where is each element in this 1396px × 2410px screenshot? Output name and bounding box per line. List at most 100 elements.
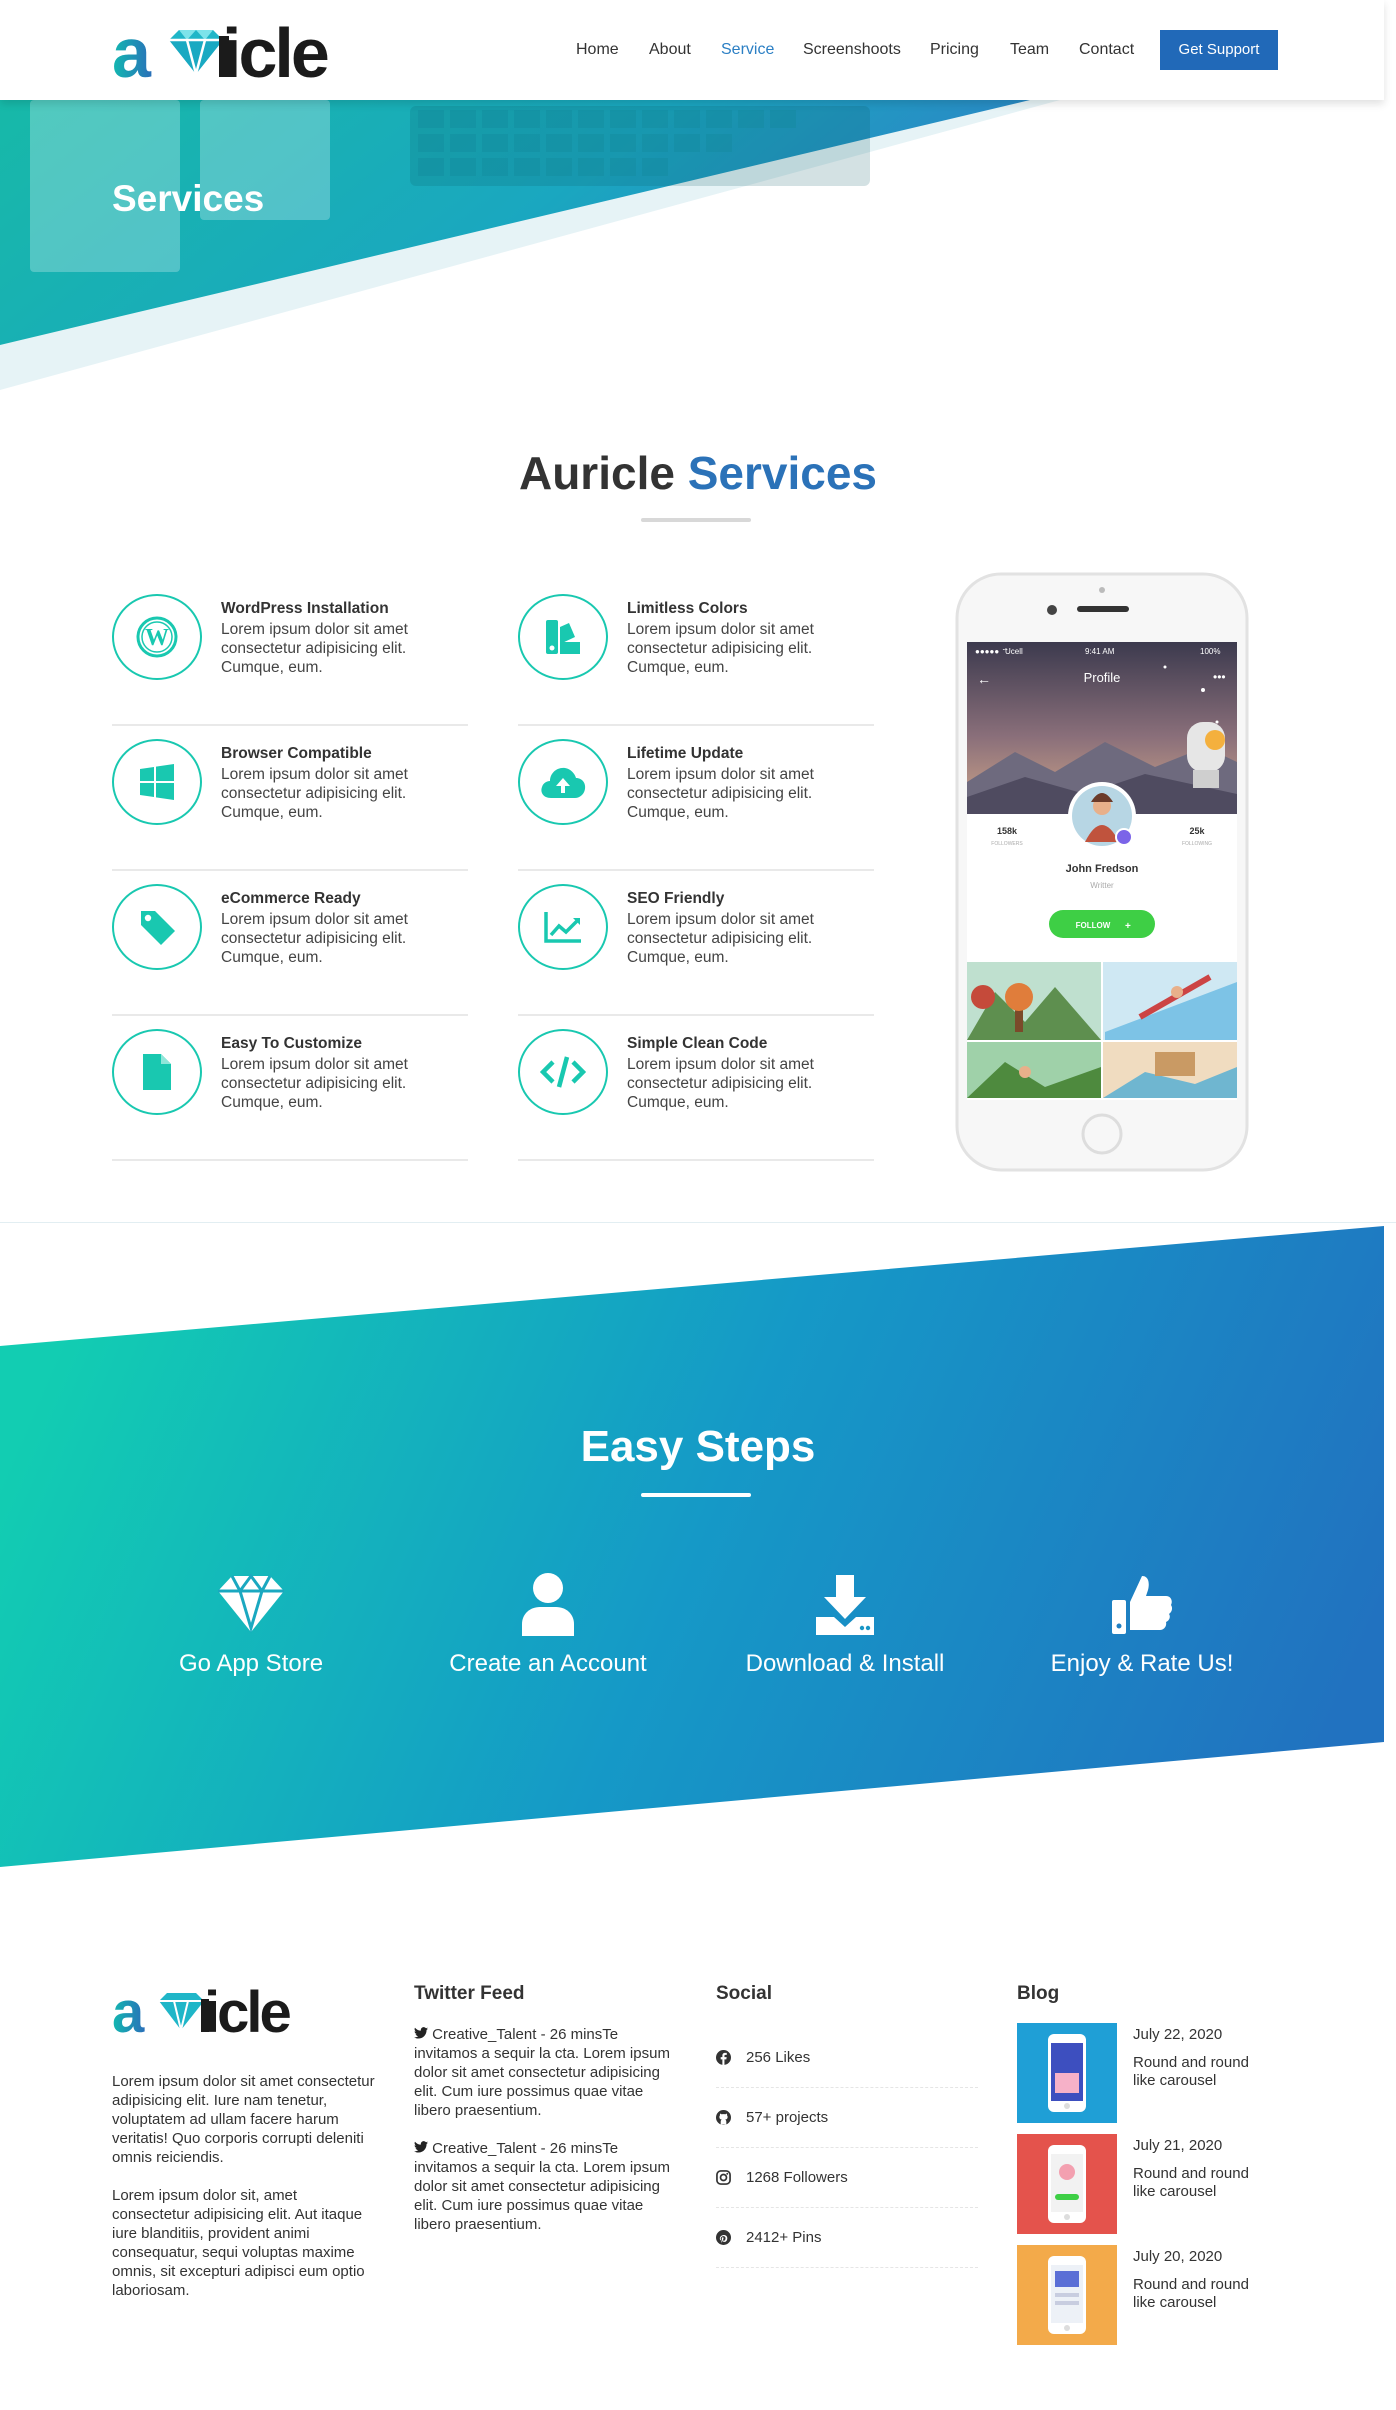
service-item-ecommerce: eCommerce Ready Lorem ipsum dolor sit am… [112, 870, 468, 1016]
twitter-feed-heading: Twitter Feed [414, 1983, 525, 2004]
get-support-button[interactable]: Get Support [1160, 30, 1278, 70]
nav-service[interactable]: Service [721, 38, 774, 62]
nav-team[interactable]: Team [1010, 38, 1049, 62]
phone-battery: 100% [1200, 647, 1220, 656]
step-enjoy-rate: Enjoy & Rate Us! [992, 1570, 1292, 1678]
service-desc: Lorem ipsum dolor sit amet consectetur a… [627, 911, 814, 966]
blog-post-title[interactable]: Round and round like carousel [1133, 2054, 1263, 2090]
service-name: eCommerce Ready [221, 890, 361, 907]
blog-thumbnail[interactable] [1017, 2134, 1117, 2234]
service-desc: Lorem ipsum dolor sit amet consectetur a… [221, 766, 408, 821]
service-item-browser: Browser Compatible Lorem ipsum dolor sit… [112, 725, 468, 871]
tweet-item: Creative_Talent - 26 minsTe invitamos a … [414, 2025, 674, 2120]
step-label: Download & Install [745, 1650, 945, 1677]
step-download-install: Download & Install [695, 1570, 995, 1678]
easy-steps-section [0, 1222, 1396, 1867]
diamond-icon [101, 1570, 401, 1638]
step-label: Enjoy & Rate Us! [1050, 1650, 1234, 1677]
service-desc: Lorem ipsum dolor sit amet consectetur a… [221, 911, 408, 966]
phone-screen-title: Profile [1084, 670, 1121, 685]
service-desc: Lorem ipsum dolor sit amet consectetur a… [627, 621, 814, 676]
blog-thumbnail[interactable] [1017, 2023, 1117, 2123]
footer-about-text-2: Lorem ipsum dolor sit, amet consectetur … [112, 2187, 365, 2299]
social-facebook[interactable]: 256 Likes [716, 2028, 978, 2088]
service-item-wordpress: W WordPress Installation Lorem ipsum dol… [112, 580, 468, 726]
social-heading: Social [716, 1983, 772, 2004]
code-icon [518, 1029, 608, 1115]
service-desc: Lorem ipsum dolor sit amet consectetur a… [221, 621, 408, 676]
phone-following-count: 25k [1189, 826, 1205, 836]
hero-banner [0, 100, 1396, 390]
user-icon [398, 1570, 698, 1638]
blog-thumbnail[interactable] [1017, 2245, 1117, 2345]
tag-icon [112, 884, 202, 970]
thumbs-up-icon [992, 1570, 1292, 1638]
wordpress-icon: W [112, 594, 202, 680]
phone-more-icon: ••• [1213, 670, 1226, 684]
chart-line-icon [518, 884, 608, 970]
footer-about-text: Lorem ipsum dolor sit amet consectetur a… [112, 2073, 375, 2166]
service-item-customize: Easy To Customize Lorem ipsum dolor sit … [112, 1015, 468, 1161]
services-heading-accent: Services [687, 447, 877, 499]
windows-icon [112, 739, 202, 825]
swatches-icon [518, 594, 608, 680]
social-pinterest[interactable]: 2412+ Pins [716, 2208, 978, 2268]
social-instagram[interactable]: 1268 Followers [716, 2148, 978, 2208]
service-desc: Lorem ipsum dolor sit amet consectetur a… [221, 1056, 408, 1111]
file-icon [112, 1029, 202, 1115]
nav-home[interactable]: Home [576, 38, 619, 62]
phone-back-icon: ← [977, 671, 991, 687]
download-icon [695, 1570, 995, 1638]
service-name: Browser Compatible [221, 745, 372, 762]
blog-date: July 22, 2020 [1133, 2026, 1223, 2043]
phone-followers-label: FOLLOWERS [991, 841, 1023, 847]
blog-heading: Blog [1017, 1983, 1060, 2004]
nav-screenshoots[interactable]: Screenshoots [803, 38, 901, 62]
service-name: WordPress Installation [221, 600, 389, 617]
easy-steps-underline [641, 1493, 751, 1497]
service-name: Limitless Colors [627, 600, 748, 617]
services-heading: Auricle Services [0, 446, 1396, 500]
social-label: 2412+ Pins [746, 2229, 822, 2246]
footer-logo[interactable]: a icle [112, 1980, 312, 2045]
svg-text:icle: icle [204, 1980, 290, 2040]
phone-profile-role: Writter [1090, 881, 1114, 890]
service-name: SEO Friendly [627, 890, 725, 907]
site-header: a icle Home About Service Screenshoots P… [0, 0, 1384, 100]
phone-carrier: Ucell [1005, 647, 1023, 656]
svg-text:●●●●● ⌔: ●●●●● ⌔ [975, 647, 1009, 656]
nav-pricing[interactable]: Pricing [930, 38, 979, 62]
service-desc: Lorem ipsum dolor sit amet consectetur a… [627, 766, 814, 821]
phone-followers-count: 158k [997, 826, 1018, 836]
svg-text:+: + [1125, 921, 1131, 932]
tweet-text: Creative_Talent - 26 minsTe invitamos a … [414, 2026, 670, 2119]
blog-date: July 20, 2020 [1133, 2248, 1223, 2265]
github-icon [716, 2110, 746, 2125]
services-title-underline [641, 518, 751, 522]
page-title: Services [112, 178, 265, 219]
social-github[interactable]: 57+ projects [716, 2088, 978, 2148]
nav-about[interactable]: About [649, 38, 691, 62]
step-label: Go App Store [178, 1650, 324, 1677]
service-desc: Lorem ipsum dolor sit amet consectetur a… [627, 1056, 814, 1111]
cloud-upload-icon [518, 739, 608, 825]
twitter-icon [414, 2140, 428, 2157]
twitter-icon [414, 2026, 428, 2043]
nav-contact[interactable]: Contact [1079, 38, 1134, 62]
phone-time: 9:41 AM [1085, 647, 1115, 656]
tweet-text: Creative_Talent - 26 minsTe invitamos a … [414, 2140, 670, 2233]
phone-profile-name: John Fredson [1066, 863, 1139, 875]
easy-steps-heading: Easy Steps [580, 1422, 816, 1471]
facebook-icon [716, 2050, 746, 2065]
service-item-colors: Limitless Colors Lorem ipsum dolor sit a… [518, 580, 874, 726]
services-heading-main: Auricle [518, 447, 675, 499]
step-label: Create an Account [449, 1650, 647, 1677]
tweet-item: Creative_Talent - 26 minsTe invitamos a … [414, 2139, 674, 2234]
blog-post-title[interactable]: Round and round like carousel [1133, 2276, 1263, 2312]
service-name: Lifetime Update [627, 745, 744, 762]
service-name: Easy To Customize [221, 1035, 362, 1052]
phone-follow-label: FOLLOW [1076, 921, 1111, 930]
social-label: 1268 Followers [746, 2169, 848, 2186]
blog-post-title[interactable]: Round and round like carousel [1133, 2165, 1263, 2201]
svg-text:W: W [145, 625, 169, 651]
